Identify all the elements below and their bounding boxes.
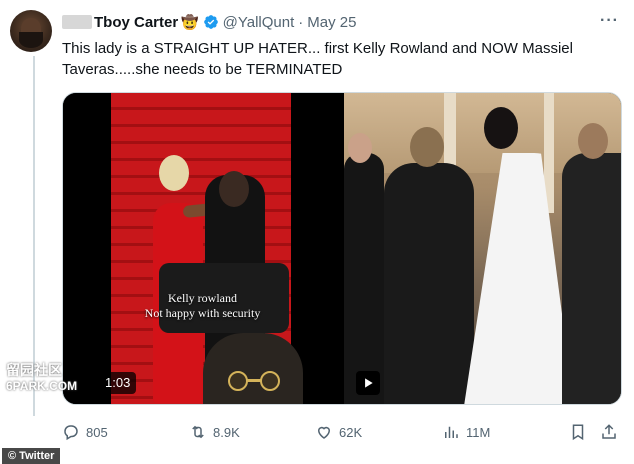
tweet-header: Tboy Carter 🤠 @YallQunt · May 25 xyxy=(62,12,356,32)
tweet-date[interactable]: May 25 xyxy=(307,14,356,31)
video-caption-line1: Kelly rowland xyxy=(168,291,237,305)
retweet-count: 8.9K xyxy=(213,424,240,440)
views-icon xyxy=(445,426,458,438)
share-button[interactable] xyxy=(600,421,624,443)
verified-icon xyxy=(203,14,219,30)
like-button[interactable]: 62K xyxy=(315,421,362,443)
bookmark-button[interactable] xyxy=(569,421,593,443)
author-handle[interactable]: @YallQunt xyxy=(223,14,295,31)
like-icon xyxy=(317,426,331,439)
avatar[interactable] xyxy=(10,10,52,52)
play-icon[interactable] xyxy=(356,371,380,395)
cowboy-emoji: 🤠 xyxy=(181,13,199,30)
watermark-line2: 6PARK.COM xyxy=(6,379,78,393)
action-bar: 805 8.9K 62K 11M xyxy=(62,421,622,443)
video-left[interactable]: Kelly rowland Not happy with security 1:… xyxy=(63,93,342,404)
tweet-card: Tboy Carter 🤠 @YallQunt · May 25 ··· Thi… xyxy=(0,0,634,464)
views-count: 11M xyxy=(466,424,491,440)
video-right[interactable] xyxy=(344,93,621,404)
share-icon xyxy=(602,424,616,439)
image-credit: © Twitter xyxy=(2,448,61,464)
video-caption-line2: Not happy with security xyxy=(144,306,261,320)
retweet-button[interactable]: 8.9K xyxy=(189,421,240,443)
reply-button[interactable]: 805 xyxy=(62,421,108,443)
bookmark-icon xyxy=(572,424,584,441)
video-duration: 1:03 xyxy=(99,372,137,394)
separator: · xyxy=(298,13,304,31)
author-name[interactable]: Tboy Carter xyxy=(94,14,178,31)
reply-count: 805 xyxy=(86,424,108,440)
tweet-text: This lady is a STRAIGHT UP HATER... firs… xyxy=(62,40,573,78)
video-caption: Kelly rowland Not happy with security xyxy=(63,291,342,321)
retweet-icon xyxy=(192,425,204,439)
media-grid[interactable]: Kelly rowland Not happy with security 1:… xyxy=(62,92,622,405)
watermark: 留园社区 6PARK.COM xyxy=(6,362,98,394)
blurred-name-part xyxy=(62,15,92,29)
watermark-line1: 留园社区 xyxy=(6,362,62,378)
like-count: 62K xyxy=(339,424,363,440)
more-icon[interactable]: ··· xyxy=(600,12,619,30)
reply-icon xyxy=(64,425,78,441)
views-button[interactable]: 11M xyxy=(442,421,490,443)
